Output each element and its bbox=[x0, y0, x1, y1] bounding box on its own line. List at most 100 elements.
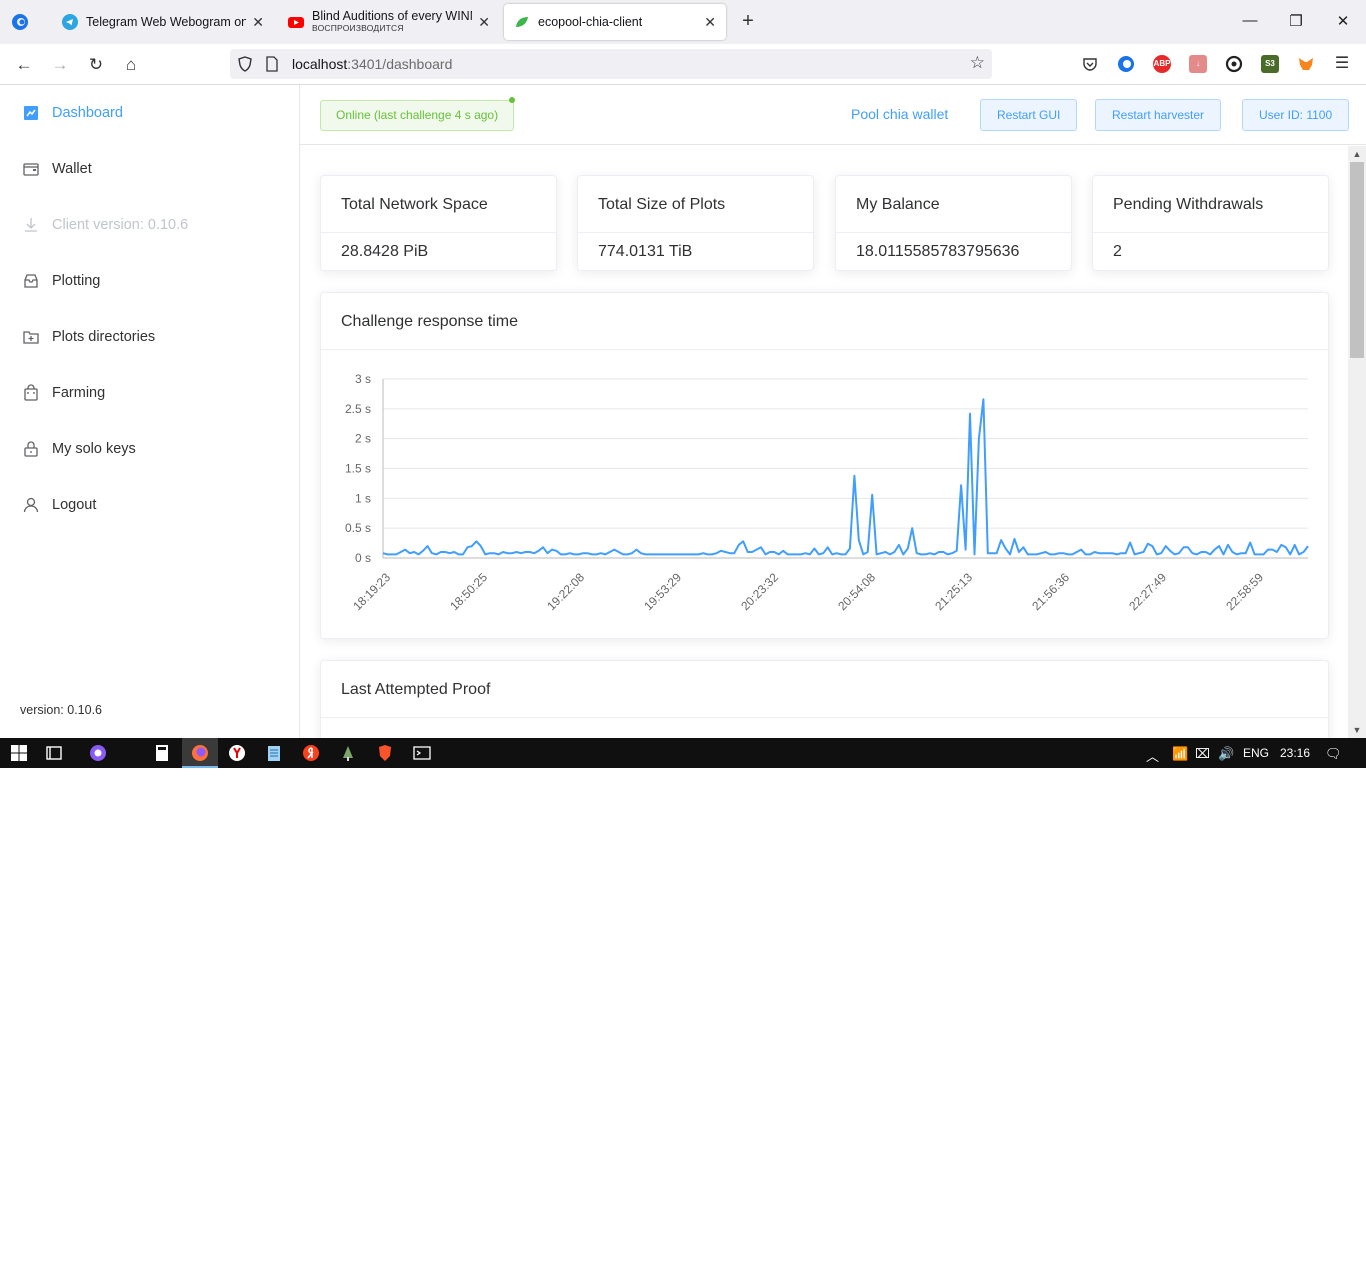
main-area: Online (last challenge 4 s ago) Pool chi… bbox=[300, 85, 1366, 738]
tab-label: Blind Auditions of every WINNER ВОСПРОИЗ… bbox=[312, 10, 472, 34]
sidebar-item-wallet[interactable]: Wallet bbox=[22, 157, 92, 181]
close-icon[interactable]: ✕ bbox=[252, 14, 264, 31]
tab-label: Telegram Web Webogram online bbox=[86, 15, 247, 29]
sidebar-item-plots-directories[interactable]: Plots directories bbox=[22, 325, 155, 349]
tab-telegram[interactable]: Telegram Web Webogram online ✕ bbox=[52, 4, 274, 40]
dashboard-content: Total Network Space 28.8428 PiB Total Si… bbox=[300, 146, 1348, 738]
restart-gui-button[interactable]: Restart GUI bbox=[980, 99, 1078, 131]
pocket-icon[interactable] bbox=[1081, 55, 1099, 73]
url-host: localhost bbox=[292, 56, 348, 72]
scroll-down-icon[interactable]: ▼ bbox=[1348, 722, 1366, 738]
task-view-icon[interactable] bbox=[44, 743, 64, 763]
wallet-icon bbox=[23, 163, 39, 176]
close-icon[interactable]: ✕ bbox=[704, 14, 716, 31]
sync-icon[interactable] bbox=[1225, 55, 1243, 73]
response-time-chart: 0 s 0.5 s 1 s 1.5 s 2 s 2.5 s 3 s 18:19:23 18:50… bbox=[345, 372, 1309, 613]
leaf-icon bbox=[516, 17, 528, 27]
chart-series-line bbox=[382, 398, 1309, 556]
restore-icon[interactable]: ❐ bbox=[1286, 12, 1306, 30]
sidebar-item-client-version[interactable]: Client version: 0.10.6 bbox=[22, 213, 188, 237]
chart-x-tick-label: 22:58:59 bbox=[1223, 570, 1266, 613]
browser-navbar: ← → ↻ ⌂ localhost :3401/dashboard ☆ ABP … bbox=[0, 44, 1366, 85]
volume-icon[interactable]: 🔊 bbox=[1218, 746, 1234, 762]
network-icon[interactable]: ⌧ bbox=[1195, 746, 1210, 762]
alice-icon[interactable] bbox=[88, 743, 108, 763]
last-proof-card-title: Last Attempted Proof bbox=[321, 661, 1328, 718]
stat-title: My Balance bbox=[836, 176, 1071, 233]
sidebar-item-label: Wallet bbox=[52, 161, 92, 177]
status-dot bbox=[509, 97, 516, 103]
wifi-icon[interactable]: 📶 bbox=[1172, 746, 1188, 762]
edge-icon[interactable] bbox=[1117, 55, 1135, 73]
stat-value: 28.8428 PiB bbox=[341, 243, 429, 260]
download-icon bbox=[25, 218, 37, 232]
notepad-icon[interactable] bbox=[264, 743, 284, 763]
browser-tabstrip: Telegram Web Webogram online ✕ Blind Aud… bbox=[0, 0, 1366, 44]
shopping-icon bbox=[24, 384, 38, 401]
home-icon[interactable]: ⌂ bbox=[120, 54, 142, 76]
chart-y-tick-label: 0 s bbox=[355, 551, 371, 565]
sidebar-item-plotting[interactable]: Plotting bbox=[22, 269, 100, 293]
chart-y-tick-label: 3 s bbox=[355, 372, 371, 386]
scroll-thumb[interactable] bbox=[1350, 162, 1364, 358]
chart-x-tick-label: 18:50:25 bbox=[447, 570, 490, 613]
metamask-icon[interactable] bbox=[1297, 55, 1315, 73]
sidebar-item-label: Dashboard bbox=[52, 105, 123, 121]
tab-playing-status: ВОСПРОИЗВОДИТСЯ bbox=[312, 23, 404, 33]
chart-icon bbox=[24, 106, 38, 120]
chart-y-tick-label: 2.5 s bbox=[345, 402, 371, 416]
lock-icon bbox=[24, 441, 38, 457]
calculator-icon[interactable] bbox=[152, 743, 172, 763]
status-text: Online (last challenge 4 s ago) bbox=[336, 108, 499, 122]
screen: Telegram Web Webogram online ✕ Blind Aud… bbox=[0, 0, 1366, 768]
pool-wallet-link[interactable]: Pool chia wallet bbox=[851, 106, 948, 122]
chart-y-tick-label: 2 s bbox=[355, 432, 371, 446]
scroll-up-icon[interactable]: ▲ bbox=[1348, 146, 1366, 162]
brave-icon[interactable] bbox=[375, 743, 395, 763]
forward-icon[interactable]: → bbox=[49, 54, 71, 76]
user-id-button[interactable]: User ID: 1100 bbox=[1242, 99, 1350, 131]
menu-icon[interactable]: ☰ bbox=[1333, 55, 1351, 73]
star-icon[interactable]: ☆ bbox=[970, 53, 985, 73]
sidebar-item-logout[interactable]: Logout bbox=[22, 493, 96, 517]
download-icon[interactable]: ↓ bbox=[1189, 55, 1207, 73]
chart-card: Challenge response time 0 s 0.5 s 1 s 1.5 s… bbox=[320, 292, 1329, 639]
app-version: version: 0.10.6 bbox=[20, 703, 102, 717]
abp-icon[interactable]: ABP bbox=[1153, 55, 1171, 73]
terminal-icon[interactable] bbox=[412, 743, 432, 763]
sidebar-item-farming[interactable]: Farming bbox=[22, 381, 105, 405]
stat-card-balance: My Balance 18.0115585783795636 bbox=[835, 175, 1072, 271]
browser-logo-icon[interactable] bbox=[10, 12, 30, 32]
sidebar-item-dashboard[interactable]: Dashboard bbox=[22, 101, 123, 125]
minimize-icon[interactable]: — bbox=[1240, 12, 1260, 29]
chart-x-tick-label: 20:23:32 bbox=[738, 570, 781, 613]
url-bar[interactable]: localhost :3401/dashboard ☆ bbox=[230, 49, 992, 79]
yandex-browser-icon[interactable] bbox=[227, 743, 247, 763]
language-indicator[interactable]: ENG bbox=[1243, 746, 1269, 760]
yandex-icon[interactable] bbox=[301, 743, 321, 763]
sidebar-item-label: My solo keys bbox=[52, 441, 136, 457]
tray-chevron-icon[interactable]: ︿ bbox=[1146, 746, 1159, 765]
close-icon[interactable]: ✕ bbox=[478, 14, 490, 31]
reload-icon[interactable]: ↻ bbox=[85, 54, 107, 76]
chart-x-tick-label: 21:56:36 bbox=[1029, 570, 1072, 613]
tab-youtube[interactable]: Blind Auditions of every WINNER ВОСПРОИЗ… bbox=[278, 4, 500, 40]
app-tree-icon[interactable] bbox=[338, 743, 358, 763]
chart-x-tick-label: 21:25:13 bbox=[932, 570, 975, 613]
firefox-icon[interactable] bbox=[190, 743, 210, 763]
shield-icon[interactable] bbox=[237, 56, 253, 72]
new-tab-icon[interactable]: + bbox=[736, 10, 760, 33]
tab-ecopool[interactable]: ecopool-chia-client ✕ bbox=[504, 4, 726, 40]
windows-start-icon[interactable] bbox=[9, 743, 29, 763]
windows-taskbar: ︿ 📶 ⌧ 🔊 ENG 23:16 🗨 bbox=[0, 738, 1366, 768]
s3-icon[interactable]: S3 bbox=[1261, 55, 1279, 73]
clock[interactable]: 23:16 bbox=[1280, 746, 1310, 760]
page-scrollbar[interactable]: ▲ ▼ bbox=[1348, 146, 1366, 738]
back-icon[interactable]: ← bbox=[13, 54, 35, 76]
sidebar-item-solo-keys[interactable]: My solo keys bbox=[22, 437, 136, 461]
restart-harvester-button[interactable]: Restart harvester bbox=[1095, 99, 1222, 131]
stat-title: Total Size of Plots bbox=[578, 176, 813, 233]
page-icon[interactable] bbox=[265, 56, 279, 72]
window-close-icon[interactable]: ✕ bbox=[1333, 12, 1353, 30]
notifications-icon[interactable]: 🗨 bbox=[1325, 746, 1342, 762]
